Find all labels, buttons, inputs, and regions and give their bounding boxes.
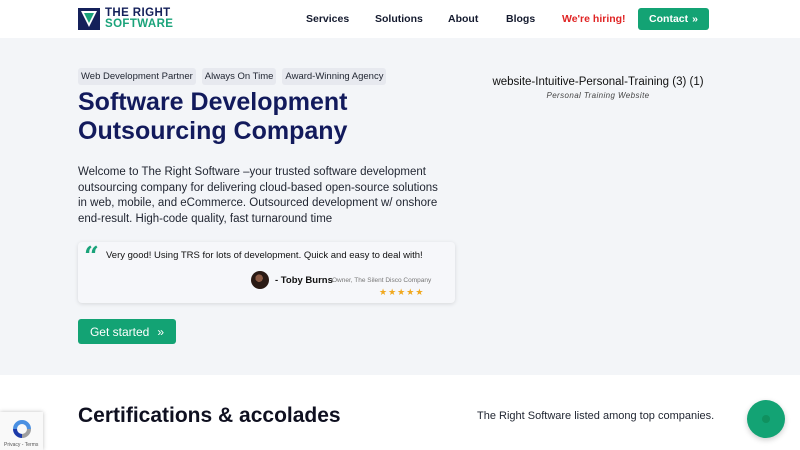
contact-button[interactable]: Contact »: [638, 8, 709, 30]
star-icon: ★: [388, 287, 398, 297]
testimonial-author: - Toby Burns: [275, 275, 333, 286]
star-rating: ★★★★★: [379, 287, 424, 298]
certifications-note: The Right Software listed among top comp…: [477, 410, 715, 422]
testimonial-role: Owner, The Silent Disco Company: [332, 277, 432, 284]
double-chevron-right-icon: »: [157, 324, 165, 339]
star-icon: ★: [397, 287, 407, 297]
quote-icon: “: [84, 242, 99, 272]
nav-blogs[interactable]: Blogs: [506, 13, 535, 25]
testimonial-card: “ Very good! Using TRS for lots of devel…: [78, 242, 455, 303]
nav-hiring[interactable]: We're hiring!: [562, 13, 626, 25]
star-icon: ★: [406, 287, 416, 297]
nav-solutions[interactable]: Solutions: [375, 13, 423, 25]
tag-web-development-partner: Web Development Partner: [78, 68, 196, 85]
star-icon: ★: [415, 287, 425, 297]
chat-icon: [762, 415, 770, 423]
recaptcha-links[interactable]: Privacy - Terms: [4, 442, 38, 448]
avatar: [251, 271, 269, 289]
tag-always-on-time: Always On Time: [201, 68, 277, 85]
media-subtitle: Personal Training Website: [546, 91, 650, 100]
nav-about[interactable]: About: [448, 13, 478, 25]
logo-mark-icon: [78, 8, 100, 30]
recaptcha-badge[interactable]: Privacy - Terms: [0, 412, 43, 450]
recaptcha-icon: [13, 420, 31, 438]
double-chevron-right-icon: »: [692, 13, 698, 25]
chat-widget-button[interactable]: [747, 400, 785, 438]
hero-tags: Web Development Partner Always On Time A…: [78, 68, 387, 85]
logo-line-2: SOFTWARE: [105, 18, 174, 30]
nav-services[interactable]: Services: [306, 13, 349, 25]
get-started-label: Get started: [89, 324, 150, 339]
certifications-title: Certifications & accolades: [78, 404, 341, 427]
testimonial-quote: Very good! Using TRS for lots of develop…: [106, 250, 423, 261]
contact-button-label: Contact: [649, 13, 689, 25]
get-started-button[interactable]: Get started »: [78, 319, 176, 344]
brand-logo[interactable]: THE RIGHT SOFTWARE: [78, 7, 173, 31]
hero-media-caption: website-Intuitive-Personal-Training (3) …: [478, 76, 718, 100]
tag-award-winning-agency: Award-Winning Agency: [282, 68, 387, 85]
hero-description: Welcome to The Right Software –your trus…: [78, 166, 438, 226]
star-icon: ★: [379, 287, 389, 297]
hero-title: Software Development Outsourcing Company: [78, 88, 348, 145]
media-title: website-Intuitive-Personal-Training (3) …: [492, 76, 704, 88]
site-header: THE RIGHT SOFTWARE Services Solutions Ab…: [0, 0, 800, 38]
